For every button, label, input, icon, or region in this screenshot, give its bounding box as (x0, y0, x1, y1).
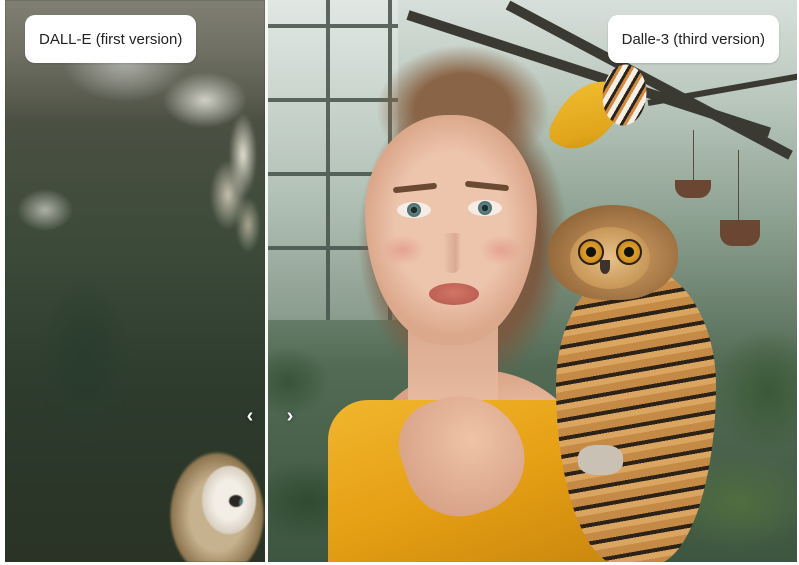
eyebrow (464, 180, 510, 192)
owl-body (556, 265, 716, 562)
chevron-right-icon[interactable]: › (281, 404, 299, 428)
hanging-pot (675, 180, 711, 198)
image-comparison-slider[interactable]: DALL-E (first version) Dalle-3 (third ve… (5, 0, 797, 562)
barn-owl-partial (167, 445, 265, 562)
left-version-label-text: DALL-E (first version) (39, 30, 183, 48)
eyebrow (392, 182, 438, 194)
left-version-label: DALL-E (first version) (25, 15, 197, 63)
chevron-left-icon[interactable]: ‹ (241, 404, 259, 428)
owl-eye (229, 495, 243, 507)
horned-owl (538, 205, 728, 562)
comparison-divider-handle[interactable] (265, 0, 268, 562)
lips (429, 283, 479, 305)
owl-eye (616, 239, 642, 265)
right-version-label: Dalle-3 (third version) (607, 15, 779, 63)
owl-head (548, 205, 678, 300)
right-version-label-text: Dalle-3 (third version) (621, 30, 765, 48)
woman-eye (468, 200, 502, 216)
owl-talon (578, 445, 623, 475)
owl-face (570, 227, 650, 289)
blurred-feather (193, 85, 263, 255)
nose (443, 233, 461, 273)
dalle-3-version-image (268, 0, 797, 562)
owl-beak (600, 260, 610, 274)
dalle-first-version-image (5, 0, 265, 562)
woman-eye (397, 202, 431, 218)
